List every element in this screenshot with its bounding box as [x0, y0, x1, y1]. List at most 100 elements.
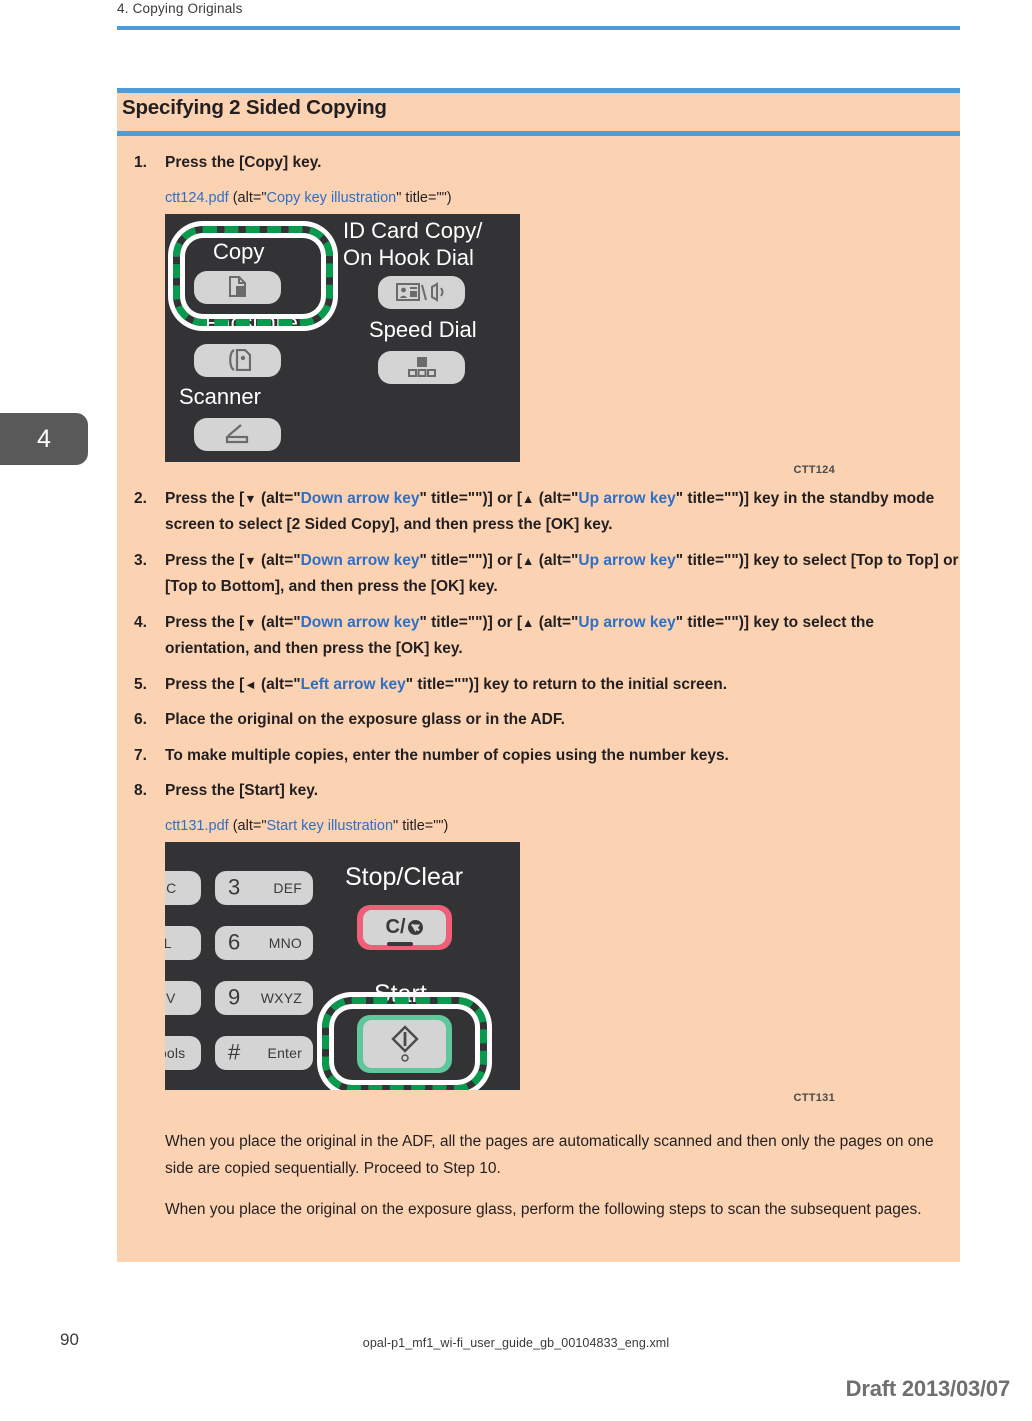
figure2-highlight-ring	[322, 996, 487, 1090]
step-text-run: (alt="	[534, 489, 579, 507]
alt-text-link[interactable]: Down arrow key	[301, 614, 420, 631]
section-rule-top	[117, 88, 960, 93]
figure1-label-speed-dial: Speed Dial	[369, 316, 477, 342]
step-number: 8.	[134, 782, 147, 799]
numeric-key[interactable]: TUV	[165, 980, 201, 1015]
arrow-key-glyph: ▼	[244, 553, 257, 568]
numeric-key-digit: 6	[228, 928, 241, 954]
alt-text-link[interactable]: Up arrow key	[578, 490, 675, 507]
step-number: 3.	[134, 551, 147, 569]
numeric-key-6[interactable]: 6 MNO	[215, 925, 313, 960]
step-text: Press the [Start] key.	[165, 778, 960, 805]
figure1-highlight-ring	[173, 225, 333, 326]
step-text-run: Press the [Start] key.	[165, 782, 319, 799]
step-text-run: " title="")] or [	[419, 613, 523, 631]
figure1-label-id-card-copy: ID Card Copy/ On Hook Dial	[343, 217, 483, 270]
procedure-steps: 1. Press the [Copy] key. ctt124.pdf (alt…	[117, 150, 960, 1223]
numeric-key-letters: WXYZ	[260, 989, 302, 1006]
numeric-key-letters: TUV	[165, 989, 176, 1006]
alt-text-link[interactable]: Left arrow key	[301, 676, 406, 693]
stop-icon	[407, 919, 423, 935]
step-text-run: (alt="	[256, 675, 301, 693]
arrow-key-glyph: ◄	[244, 677, 257, 692]
step-item: 1. Press the [Copy] key.	[117, 150, 960, 177]
numeric-key-9[interactable]: 9 WXYZ	[215, 980, 313, 1015]
step-item: 7. To make multiple copies, enter the nu…	[117, 743, 960, 770]
alt-text-link[interactable]: Down arrow key	[301, 490, 420, 507]
numeric-key-hash[interactable]: # Enter	[215, 1035, 313, 1070]
id-card-speaker-icon	[395, 282, 443, 302]
step-text-run: (alt="	[256, 613, 301, 631]
step-text-run: " title="")] or [	[419, 551, 523, 569]
id-card-copy-on-hook-dial-key-button[interactable]	[378, 275, 465, 309]
step-item: 2. Press the [▼ (alt="Down arrow key" ti…	[117, 486, 960, 539]
step-text-run: Place the original on the exposure glass…	[165, 711, 565, 728]
stop-clear-underline	[387, 941, 413, 946]
step-text: Press the [◄ (alt="Left arrow key" title…	[165, 672, 960, 699]
step-text: Place the original on the exposure glass…	[165, 707, 960, 734]
alt-text-link[interactable]: Up arrow key	[578, 552, 675, 569]
stop-clear-glyph: C/	[385, 916, 406, 938]
figure1: Copy Facsimile Scanner ID Card Copy/ On …	[165, 213, 960, 486]
scanner-key-button[interactable]	[194, 417, 281, 451]
figure1-alt-close: " title="")	[396, 189, 452, 206]
figure2-alt-text: Start key illustration	[266, 817, 394, 834]
step-item: 4. Press the [▼ (alt="Down arrow key" ti…	[117, 610, 960, 663]
numeric-key[interactable]: JKL	[165, 925, 201, 960]
chapter-thumb-tab: 4	[0, 413, 88, 465]
step-number: 4.	[134, 613, 147, 631]
step-text-run: (alt="	[256, 551, 301, 569]
step-number: 1.	[134, 154, 147, 171]
alt-text-link[interactable]: Up arrow key	[578, 614, 675, 631]
step-text-run: Press the [	[165, 675, 245, 693]
note-paragraph: When you place the original in the ADF, …	[165, 1132, 934, 1177]
step-text-run: To make multiple copies, enter the numbe…	[165, 746, 729, 764]
numeric-key-letters: JKL	[165, 934, 172, 951]
speed-dial-key-button[interactable]	[378, 350, 465, 384]
arrow-key-glyph: ▼	[244, 615, 257, 630]
step-text-run: " title="")] key to return to the initia…	[405, 675, 728, 693]
step-number: 6.	[134, 711, 147, 728]
figure1-reference: ctt124.pdf (alt="Copy key illustration" …	[117, 186, 960, 210]
step-text-run: " title="")] or [	[419, 489, 523, 507]
step-number: 5.	[134, 675, 147, 693]
step-text-run: (alt="	[256, 489, 301, 507]
page-header: 4. Copying Originals	[117, 0, 960, 46]
figure1-panel: Copy Facsimile Scanner ID Card Copy/ On …	[165, 213, 520, 462]
step-number: 2.	[134, 489, 147, 507]
figure2-label-stop-clear: Stop/Clear	[345, 862, 464, 891]
step-item: 8. Press the [Start] key.	[117, 778, 960, 805]
section-content-block: Specifying 2 Sided Copying 1. Press the …	[117, 88, 960, 1262]
numeric-key-digit: 9	[228, 983, 241, 1009]
numeric-key[interactable]: mbols	[165, 1035, 201, 1070]
numeric-key-digit: 3	[228, 873, 241, 899]
arrow-key-glyph: ▼	[244, 491, 257, 506]
figure1-filename[interactable]: ctt124.pdf	[165, 190, 229, 206]
numeric-key[interactable]: ABC	[165, 870, 201, 905]
figure2-reference: ctt131.pdf (alt="Start key illustration"…	[117, 814, 960, 838]
step-text: To make multiple copies, enter the numbe…	[165, 743, 960, 770]
step-text: Press the [▼ (alt="Down arrow key" title…	[165, 486, 960, 539]
alt-text-link[interactable]: Down arrow key	[301, 552, 420, 569]
step-item: 6. Place the original on the exposure gl…	[117, 707, 960, 734]
figure2-filename[interactable]: ctt131.pdf	[165, 818, 229, 834]
arrow-key-glyph: ▲	[522, 553, 535, 568]
step-text-run: Press the [	[165, 613, 245, 631]
running-head-chapter: 4. Copying Originals	[117, 1, 243, 16]
scanner-icon	[225, 424, 248, 444]
numeric-key-letters: MNO	[268, 934, 302, 951]
fax-icon	[228, 349, 251, 371]
source-filename: opal-p1_mf1_wi-fi_user_guide_gb_00104833…	[362, 1336, 670, 1350]
page-footer: 90 opal-p1_mf1_wi-fi_user_guide_gb_00104…	[0, 1330, 1032, 1370]
figure2-alt-close: " title="")	[393, 817, 449, 834]
figure1-id-label: CTT124	[793, 463, 835, 476]
arrow-key-glyph: ▲	[522, 491, 535, 506]
numeric-key-3[interactable]: 3 DEF	[215, 870, 313, 905]
speed-dial-icon	[407, 357, 436, 377]
facsimile-key-button[interactable]	[194, 343, 281, 377]
step-text-run: Press the [	[165, 489, 245, 507]
step-text-run: (alt="	[534, 613, 579, 631]
step-item: 5. Press the [◄ (alt="Left arrow key" ti…	[117, 672, 960, 699]
numeric-key-letters: DEF	[273, 879, 302, 896]
stop-clear-key-button[interactable]: C/	[363, 909, 446, 945]
